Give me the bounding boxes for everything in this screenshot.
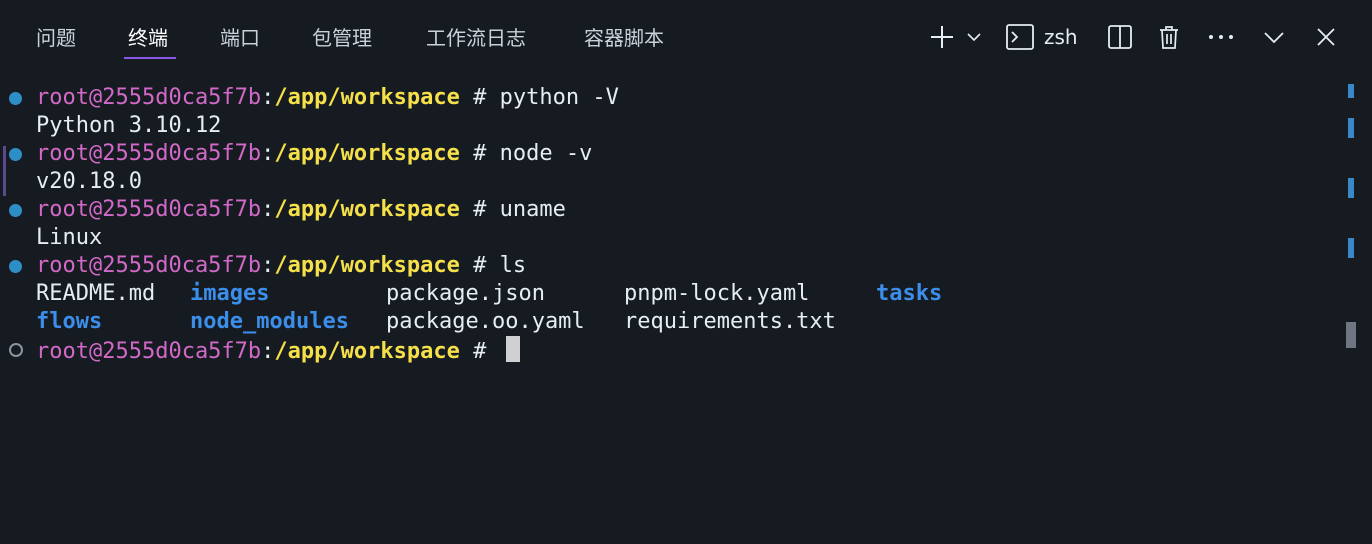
terminal-scrollbar[interactable] — [1344, 84, 1372, 544]
prompt-user: root@2555d0ca5f7b — [36, 85, 262, 110]
prompt-path: /app/workspace — [274, 253, 460, 278]
prompt-colon: : — [261, 253, 275, 278]
scrollbar-thumb[interactable] — [1346, 322, 1356, 348]
prompt-path: /app/workspace — [274, 339, 460, 364]
prompt-symbol: # — [459, 339, 500, 364]
command-status-dot[interactable] — [9, 260, 22, 273]
text-cursor — [505, 336, 520, 362]
prompt-colon: : — [261, 85, 275, 110]
shell-name: zsh — [1044, 25, 1078, 49]
tab-package-manager[interactable]: 包管理 — [312, 20, 372, 56]
prompt-path: /app/workspace — [274, 197, 460, 222]
tab-ports[interactable]: 端口 — [220, 20, 260, 56]
prompt-user: root@2555d0ca5f7b — [36, 197, 262, 222]
prompt-path: /app/workspace — [274, 85, 460, 110]
scrollbar-marker — [1348, 84, 1354, 98]
terminal-profile-button[interactable]: zsh — [1006, 18, 1096, 56]
ls-entry-directory: node_modules — [190, 309, 349, 334]
scrollbar-marker — [1348, 178, 1354, 198]
scrollbar-marker — [1348, 118, 1354, 138]
command-text: python -V — [499, 85, 619, 110]
panel-header: 问题 终端 端口 包管理 工作流日志 容器脚本 zsh — [0, 0, 1372, 72]
command-output: v20.18.0 — [36, 169, 142, 194]
prompt-colon: : — [261, 339, 275, 364]
command-text: node -v — [499, 141, 593, 166]
command-status-dot[interactable] — [9, 148, 22, 161]
command-status-dot[interactable] — [9, 204, 22, 217]
prompt-symbol: # — [459, 197, 500, 222]
prompt-symbol: # — [459, 85, 500, 110]
more-icon[interactable] — [1206, 18, 1236, 56]
terminal-output[interactable]: root@2555d0ca5f7b:/app/workspace # pytho… — [0, 84, 1344, 544]
active-tab-indicator — [124, 57, 176, 59]
ls-entry-file: package.json — [386, 281, 545, 306]
trash-icon[interactable] — [1156, 18, 1182, 56]
tab-problems[interactable]: 问题 — [36, 20, 76, 56]
terminal-icon — [1006, 23, 1034, 51]
prompt-symbol: # — [459, 253, 500, 278]
prompt-colon: : — [261, 197, 275, 222]
close-icon[interactable] — [1314, 18, 1338, 56]
prompt-line: root@2555d0ca5f7b:/app/workspace # ls — [36, 252, 526, 280]
scrollbar-marker — [1348, 238, 1354, 258]
prompt-line: root@2555d0ca5f7b:/app/workspace # uname — [36, 196, 566, 224]
prompt-symbol: # — [459, 141, 500, 166]
prompt-user: root@2555d0ca5f7b — [36, 253, 262, 278]
maximize-panel-chevron-icon[interactable] — [1262, 18, 1286, 56]
command-highlight-bar — [3, 146, 6, 196]
command-status-dot[interactable] — [9, 92, 22, 105]
command-text: uname — [499, 197, 566, 222]
ls-entry-file: pnpm-lock.yaml — [624, 281, 810, 306]
plus-icon[interactable] — [928, 18, 956, 56]
command-output: Python 3.10.12 — [36, 113, 222, 138]
split-icon[interactable] — [1106, 18, 1134, 56]
ls-entry-directory: flows — [36, 309, 103, 334]
command-output: Linux — [36, 225, 103, 250]
prompt-line-current[interactable]: root@2555d0ca5f7b:/app/workspace # — [36, 336, 520, 364]
command-status-dot-pending[interactable] — [9, 343, 23, 357]
prompt-colon: : — [261, 141, 275, 166]
prompt-user: root@2555d0ca5f7b — [36, 141, 262, 166]
prompt-line: root@2555d0ca5f7b:/app/workspace # node … — [36, 140, 592, 168]
ls-entry-file: README.md — [36, 281, 156, 306]
tab-terminal[interactable]: 终端 — [128, 20, 168, 56]
ls-entry-directory: tasks — [876, 281, 943, 306]
prompt-path: /app/workspace — [274, 141, 460, 166]
ls-entry-file: package.oo.yaml — [386, 309, 585, 334]
command-text: ls — [499, 253, 527, 278]
tab-container-scripts[interactable]: 容器脚本 — [584, 20, 664, 56]
chevron-down-icon[interactable] — [962, 18, 986, 56]
prompt-user: root@2555d0ca5f7b — [36, 339, 262, 364]
ls-entry-file: requirements.txt — [624, 309, 836, 334]
ls-entry-directory: images — [190, 281, 270, 306]
tab-workflow-logs[interactable]: 工作流日志 — [426, 20, 526, 56]
prompt-line: root@2555d0ca5f7b:/app/workspace # pytho… — [36, 84, 619, 112]
